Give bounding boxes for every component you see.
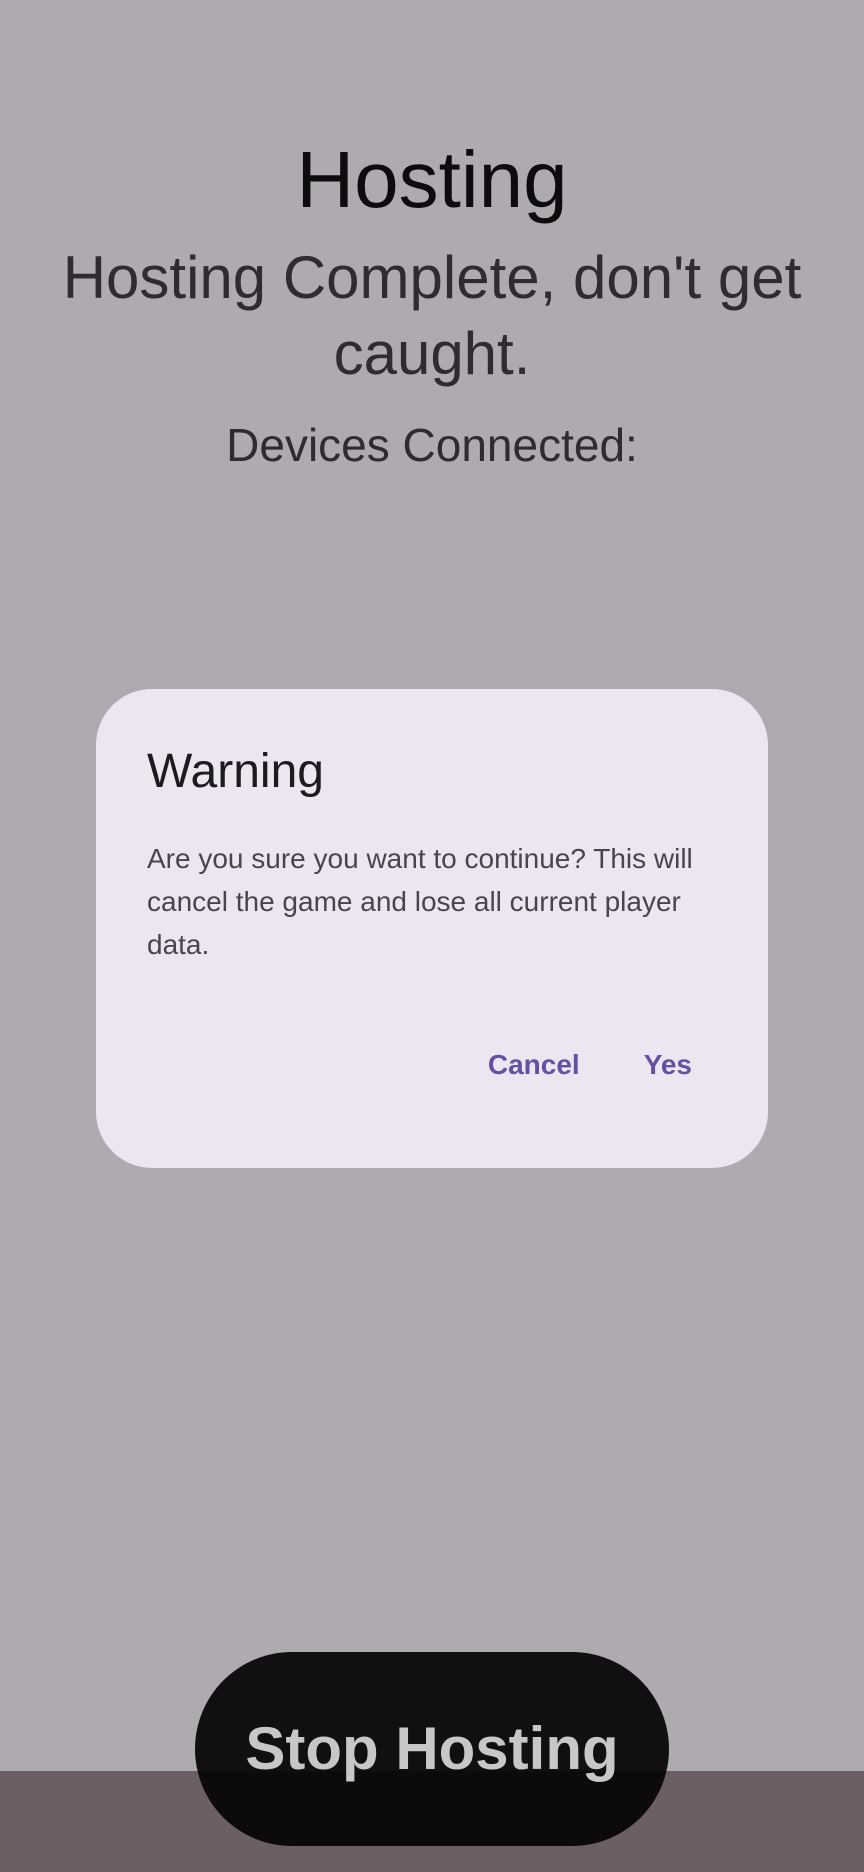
dialog-actions: Cancel Yes bbox=[476, 1037, 704, 1093]
cancel-button[interactable]: Cancel bbox=[476, 1037, 592, 1093]
devices-connected-label: Devices Connected: bbox=[226, 419, 638, 471]
hosting-status-text: Hosting Complete, don't get caught. bbox=[62, 244, 802, 387]
dialog-title: Warning bbox=[147, 745, 324, 798]
dialog-message: Are you sure you want to continue? This … bbox=[147, 843, 693, 960]
page-title: Hosting bbox=[296, 135, 568, 224]
stop-hosting-button[interactable]: Stop Hosting bbox=[195, 1652, 669, 1846]
warning-dialog: Warning Are you sure you want to continu… bbox=[96, 689, 768, 1168]
confirm-yes-button[interactable]: Yes bbox=[632, 1037, 704, 1093]
